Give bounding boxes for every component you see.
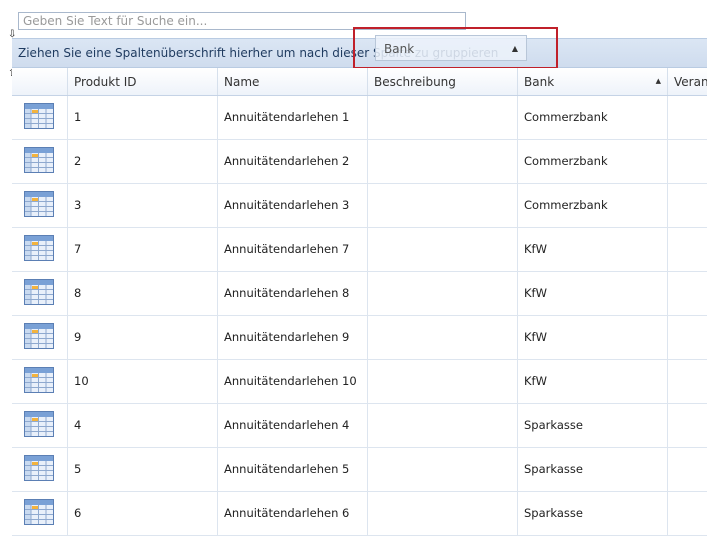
cell-name: Annuitätendarlehen 2 bbox=[217, 140, 367, 183]
column-header-icon bbox=[12, 68, 67, 95]
row-icon-cell bbox=[12, 272, 67, 315]
table-row[interactable]: 9 Annuitätendarlehen 9 KfW bbox=[12, 316, 707, 360]
table-icon bbox=[24, 103, 54, 132]
cell-bank: KfW bbox=[517, 360, 667, 403]
cell-produkt-id: 3 bbox=[67, 184, 217, 227]
cell-verant bbox=[667, 272, 707, 315]
cell-name: Annuitätendarlehen 3 bbox=[217, 184, 367, 227]
cell-beschreibung bbox=[367, 360, 517, 403]
table-row[interactable]: 4 Annuitätendarlehen 4 Sparkasse bbox=[12, 404, 707, 448]
table-icon bbox=[24, 367, 54, 396]
sort-ascending-icon: ▲ bbox=[655, 77, 661, 85]
table-icon bbox=[24, 411, 54, 440]
cell-produkt-id: 5 bbox=[67, 448, 217, 491]
table-icon bbox=[24, 455, 54, 484]
cell-produkt-id: 8 bbox=[67, 272, 217, 315]
cell-verant bbox=[667, 448, 707, 491]
cell-bank: Sparkasse bbox=[517, 448, 667, 491]
cell-name: Annuitätendarlehen 1 bbox=[217, 96, 367, 139]
table-icon bbox=[24, 499, 54, 528]
cell-verant bbox=[667, 228, 707, 271]
data-grid: Produkt ID Name Beschreibung Bank ▲ Vera… bbox=[12, 68, 707, 536]
cell-produkt-id: 1 bbox=[67, 96, 217, 139]
row-icon-cell bbox=[12, 404, 67, 447]
cell-beschreibung bbox=[367, 184, 517, 227]
cell-bank: Sparkasse bbox=[517, 404, 667, 447]
cell-bank: KfW bbox=[517, 228, 667, 271]
table-icon bbox=[24, 147, 54, 176]
cell-verant bbox=[667, 404, 707, 447]
cell-verant bbox=[667, 492, 707, 535]
cell-bank: KfW bbox=[517, 272, 667, 315]
cell-bank: Sparkasse bbox=[517, 492, 667, 535]
row-icon-cell bbox=[12, 448, 67, 491]
cell-produkt-id: 9 bbox=[67, 316, 217, 359]
row-icon-cell bbox=[12, 360, 67, 403]
cell-verant bbox=[667, 140, 707, 183]
column-header-produkt-id[interactable]: Produkt ID bbox=[67, 68, 217, 95]
cell-bank: Commerzbank bbox=[517, 140, 667, 183]
row-icon-cell bbox=[12, 228, 67, 271]
grid-header-row: Produkt ID Name Beschreibung Bank ▲ Vera… bbox=[12, 68, 707, 96]
cell-name: Annuitätendarlehen 7 bbox=[217, 228, 367, 271]
table-icon bbox=[24, 323, 54, 352]
cell-bank: Commerzbank bbox=[517, 184, 667, 227]
table-icon bbox=[24, 235, 54, 264]
cell-verant bbox=[667, 96, 707, 139]
table-row[interactable]: 1 Annuitätendarlehen 1 Commerzbank bbox=[12, 96, 707, 140]
table-row[interactable]: 2 Annuitätendarlehen 2 Commerzbank bbox=[12, 140, 707, 184]
cell-bank: KfW bbox=[517, 316, 667, 359]
cell-name: Annuitätendarlehen 9 bbox=[217, 316, 367, 359]
row-icon-cell bbox=[12, 96, 67, 139]
table-row[interactable]: 5 Annuitätendarlehen 5 Sparkasse bbox=[12, 448, 707, 492]
table-row[interactable]: 6 Annuitätendarlehen 6 Sparkasse bbox=[12, 492, 707, 536]
cell-produkt-id: 2 bbox=[67, 140, 217, 183]
cell-name: Annuitätendarlehen 5 bbox=[217, 448, 367, 491]
cell-name: Annuitätendarlehen 8 bbox=[217, 272, 367, 315]
cell-beschreibung bbox=[367, 96, 517, 139]
cell-beschreibung bbox=[367, 448, 517, 491]
cell-produkt-id: 7 bbox=[67, 228, 217, 271]
cell-beschreibung bbox=[367, 492, 517, 535]
cell-beschreibung bbox=[367, 404, 517, 447]
row-icon-cell bbox=[12, 492, 67, 535]
cell-name: Annuitätendarlehen 4 bbox=[217, 404, 367, 447]
cell-verant bbox=[667, 360, 707, 403]
column-header-beschreibung[interactable]: Beschreibung bbox=[367, 68, 517, 95]
table-row[interactable]: 8 Annuitätendarlehen 8 KfW bbox=[12, 272, 707, 316]
column-header-verant[interactable]: Verant bbox=[667, 68, 707, 95]
row-icon-cell bbox=[12, 316, 67, 359]
column-header-bank[interactable]: Bank ▲ bbox=[517, 68, 667, 95]
table-row[interactable]: 10 Annuitätendarlehen 10 KfW bbox=[12, 360, 707, 404]
cell-beschreibung bbox=[367, 316, 517, 359]
cell-name: Annuitätendarlehen 10 bbox=[217, 360, 367, 403]
table-row[interactable]: 7 Annuitätendarlehen 7 KfW bbox=[12, 228, 707, 272]
cell-verant bbox=[667, 316, 707, 359]
row-icon-cell bbox=[12, 184, 67, 227]
table-row[interactable]: 3 Annuitätendarlehen 3 Commerzbank bbox=[12, 184, 707, 228]
column-header-name[interactable]: Name bbox=[217, 68, 367, 95]
highlight-box bbox=[353, 27, 558, 69]
table-icon bbox=[24, 191, 54, 220]
row-icon-cell bbox=[12, 140, 67, 183]
cell-name: Annuitätendarlehen 6 bbox=[217, 492, 367, 535]
cell-beschreibung bbox=[367, 228, 517, 271]
table-icon bbox=[24, 279, 54, 308]
cell-bank: Commerzbank bbox=[517, 96, 667, 139]
cell-produkt-id: 4 bbox=[67, 404, 217, 447]
cell-produkt-id: 6 bbox=[67, 492, 217, 535]
cell-beschreibung bbox=[367, 140, 517, 183]
cell-produkt-id: 10 bbox=[67, 360, 217, 403]
column-header-bank-label: Bank bbox=[524, 75, 555, 89]
cell-verant bbox=[667, 184, 707, 227]
cell-beschreibung bbox=[367, 272, 517, 315]
